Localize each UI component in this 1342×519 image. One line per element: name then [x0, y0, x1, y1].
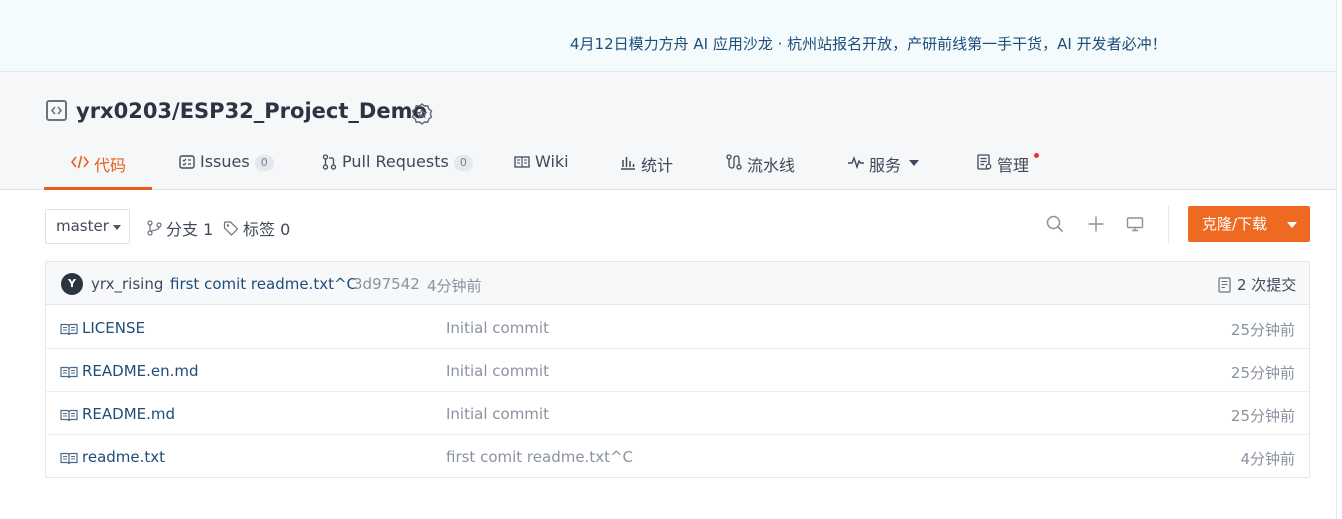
banner-link[interactable]: 4月12日模力方舟 AI 应用沙龙 · 杭州站报名开放，产研前线第一手干货，AI… [570, 33, 1167, 54]
file-commit-message[interactable]: Initial commit [446, 405, 549, 423]
file-commit-message[interactable]: first comit readme.txt^C [446, 448, 633, 466]
tab-stats-label: 统计 [641, 156, 674, 175]
pull-request-icon [322, 154, 337, 174]
plus-icon[interactable] [1087, 215, 1105, 237]
tab-pull-requests-label: Pull Requests [342, 152, 449, 171]
file-time: 25分钟前 [1230, 407, 1295, 425]
tab-code-label: 代码 [94, 156, 127, 175]
file-list: Y yrx_rising first comit readme.txt^C 3d… [45, 261, 1310, 478]
table-row[interactable]: readme.txt first comit readme.txt^C 4分钟前 [46, 435, 1309, 478]
tab-wiki[interactable]: Wiki [514, 152, 569, 190]
tab-stats[interactable]: 统计 [620, 152, 673, 190]
clone-download-button[interactable]: 克隆/下载 [1188, 206, 1310, 242]
commits-icon [1218, 276, 1231, 293]
pull-requests-count-badge: 0 [453, 155, 473, 171]
commit-count-link[interactable]: 2 次提交 [1218, 274, 1296, 295]
chevron-down-icon [1287, 222, 1297, 228]
commit-count-label: 2 次提交 [1237, 276, 1297, 294]
recommended-badge-icon[interactable] [410, 102, 434, 130]
tab-services-label: 服务 [869, 156, 902, 175]
file-name[interactable]: readme.txt [82, 448, 165, 466]
tab-wiki-label: Wiki [535, 152, 569, 171]
commit-author[interactable]: yrx_rising [91, 275, 163, 293]
tags-label: 标签 0 [243, 220, 291, 239]
tab-pipeline-label: 流水线 [747, 156, 796, 175]
table-row[interactable]: LICENSE Initial commit 25分钟前 [46, 306, 1309, 349]
tab-code[interactable]: 代码 [44, 152, 152, 190]
page-scrollbar[interactable] [1336, 0, 1342, 519]
commit-time: 4分钟前 [427, 277, 482, 295]
branch-select-value: master [56, 217, 109, 235]
file-icon [60, 321, 78, 340]
search-icon[interactable] [1046, 215, 1064, 237]
file-name[interactable]: README.md [82, 405, 175, 423]
tab-manage[interactable]: 管理 [977, 152, 1039, 190]
issues-count-badge: 0 [254, 155, 274, 171]
table-row[interactable]: README.md Initial commit 25分钟前 [46, 392, 1309, 435]
commit-sha[interactable]: 3d97542 [353, 275, 420, 293]
announcement-banner: 4月12日模力方舟 AI 应用沙龙 · 杭州站报名开放，产研前线第一手干货，AI… [0, 0, 1336, 72]
file-name[interactable]: README.en.md [82, 362, 199, 380]
chevron-down-icon [113, 225, 121, 230]
branches-label: 分支 1 [166, 220, 214, 239]
latest-commit-row: Y yrx_rising first comit readme.txt^C 3d… [46, 262, 1309, 305]
tab-services[interactable]: 服务 [848, 152, 920, 190]
file-commit-message[interactable]: Initial commit [446, 319, 549, 337]
clone-download-label: 克隆/下载 [1202, 215, 1268, 233]
file-time: 4分钟前 [1240, 450, 1295, 468]
branch-select[interactable]: master [45, 209, 130, 244]
tags-link[interactable]: 标签 0 [223, 216, 290, 240]
toolbar-divider [1168, 206, 1169, 243]
monitor-icon[interactable] [1126, 215, 1144, 237]
file-icon [60, 450, 78, 469]
chart-icon [620, 154, 636, 174]
issues-icon [179, 154, 195, 174]
tab-issues-label: Issues [200, 152, 250, 171]
repository-icon [46, 100, 67, 121]
manage-icon [977, 154, 992, 174]
file-name[interactable]: LICENSE [82, 319, 145, 337]
file-time: 25分钟前 [1230, 321, 1295, 339]
file-icon [60, 364, 78, 383]
pulse-icon [848, 154, 864, 174]
pipeline-icon [726, 154, 742, 174]
branch-icon [147, 220, 162, 236]
wiki-icon [514, 154, 530, 173]
tab-issues[interactable]: Issues 0 [179, 152, 274, 190]
repo-header: yrx0203/ESP32_Project_Demo 代码 Issues 0 P… [0, 72, 1336, 190]
code-icon [70, 154, 90, 174]
file-commit-message[interactable]: Initial commit [446, 362, 549, 380]
branches-link[interactable]: 分支 1 [147, 216, 213, 240]
file-time: 25分钟前 [1230, 364, 1295, 382]
chevron-down-icon [909, 160, 920, 166]
avatar[interactable]: Y [61, 273, 83, 295]
tab-manage-label: 管理 [997, 156, 1030, 175]
commit-message[interactable]: first comit readme.txt^C [170, 275, 357, 293]
file-icon [60, 407, 78, 426]
tag-icon [223, 221, 239, 236]
tab-pipeline[interactable]: 流水线 [726, 152, 795, 190]
notification-dot [1034, 153, 1039, 158]
tab-pull-requests[interactable]: Pull Requests 0 [322, 152, 473, 190]
repo-title[interactable]: yrx0203/ESP32_Project_Demo [76, 99, 427, 123]
table-row[interactable]: README.en.md Initial commit 25分钟前 [46, 349, 1309, 392]
